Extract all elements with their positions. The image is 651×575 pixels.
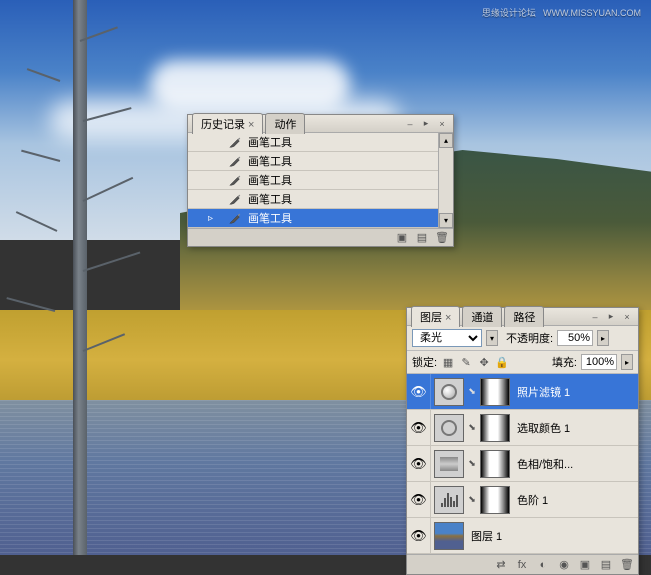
- history-item[interactable]: 画笔工具: [188, 133, 453, 152]
- history-item-label: 画笔工具: [248, 134, 292, 150]
- scroll-down-icon[interactable]: ▾: [439, 213, 453, 228]
- layer-thumb[interactable]: [434, 522, 464, 550]
- history-list: 画笔工具画笔工具画笔工具画笔工具▹画笔工具: [188, 133, 453, 228]
- layers-panel-header[interactable]: 图层× 通道 路径 – ▸ ×: [407, 308, 638, 326]
- menu-icon[interactable]: ▸: [419, 118, 433, 130]
- lock-all-icon[interactable]: 🔒: [495, 355, 509, 369]
- new-doc-icon[interactable]: ▤: [415, 231, 429, 245]
- trash-icon[interactable]: 🗑: [620, 558, 634, 572]
- layer-name[interactable]: 照片滤镜 1: [517, 384, 570, 400]
- visibility-toggle[interactable]: 👁: [407, 410, 431, 445]
- watermark: 思缘设计论坛 WWW.MISSYUAN.COM: [478, 6, 641, 19]
- layer-name[interactable]: 色相/饱和...: [517, 456, 573, 472]
- opacity-label: 不透明度:: [506, 330, 553, 346]
- close-icon[interactable]: ×: [445, 312, 451, 324]
- scroll-up-icon[interactable]: ▴: [439, 133, 453, 148]
- brush-icon: [228, 135, 242, 149]
- brush-icon: [228, 154, 242, 168]
- mask-icon[interactable]: ◐: [536, 558, 550, 572]
- new-layer-icon[interactable]: ▤: [599, 558, 613, 572]
- brush-icon: [228, 192, 242, 206]
- visibility-toggle[interactable]: 👁: [407, 518, 431, 553]
- tab-channels[interactable]: 通道: [462, 306, 502, 327]
- history-panel: 历史记录× 动作 – ▸ × 画笔工具画笔工具画笔工具画笔工具▹画笔工具 ▴ ▾…: [187, 114, 454, 247]
- history-item[interactable]: 画笔工具: [188, 190, 453, 209]
- fx-icon[interactable]: fx: [515, 558, 529, 572]
- new-snapshot-icon[interactable]: ▣: [395, 231, 409, 245]
- layer-name[interactable]: 色阶 1: [517, 492, 548, 508]
- close-panel-icon[interactable]: ×: [620, 311, 634, 323]
- visibility-toggle[interactable]: 👁: [407, 374, 431, 409]
- history-item[interactable]: 画笔工具: [188, 171, 453, 190]
- minimize-icon[interactable]: –: [588, 311, 602, 323]
- lock-paint-icon[interactable]: ✎: [459, 355, 473, 369]
- history-item[interactable]: ▹ 画笔工具: [188, 209, 453, 228]
- trash-icon[interactable]: 🗑: [435, 231, 449, 245]
- layer-name[interactable]: 图层 1: [471, 528, 502, 544]
- watermark-text: 思缘设计论坛: [482, 8, 536, 18]
- mask-thumb[interactable]: [480, 378, 510, 406]
- brush-icon: [228, 211, 242, 225]
- scrollbar[interactable]: ▴ ▾: [438, 133, 453, 228]
- link-icon: ⬊: [467, 458, 477, 469]
- blend-mode-select[interactable]: 柔光: [412, 329, 482, 347]
- link-icon: ⬊: [467, 386, 477, 397]
- watermark-url: WWW.MISSYUAN.COM: [543, 8, 641, 18]
- layer-options-row: 柔光 ▾ 不透明度: ▸: [407, 326, 638, 351]
- link-icon: ⬊: [467, 494, 477, 505]
- lock-position-icon[interactable]: ✥: [477, 355, 491, 369]
- link-layers-icon[interactable]: ⇄: [494, 558, 508, 572]
- fill-input[interactable]: [581, 354, 617, 370]
- layer-row[interactable]: 👁 ⬊ 色阶 1: [407, 482, 638, 518]
- fill-arrow-icon[interactable]: ▸: [621, 354, 633, 370]
- layer-row[interactable]: 👁 ⬊ 照片滤镜 1: [407, 374, 638, 410]
- current-state-icon: ▹: [208, 213, 222, 224]
- lock-transparency-icon[interactable]: ▦: [441, 355, 455, 369]
- layer-row[interactable]: 👁 图层 1: [407, 518, 638, 554]
- history-item[interactable]: 画笔工具: [188, 152, 453, 171]
- layer-name[interactable]: 选取颜色 1: [517, 420, 570, 436]
- adjustment-thumb[interactable]: [434, 486, 464, 514]
- adjustment-thumb[interactable]: [434, 450, 464, 478]
- menu-icon[interactable]: ▸: [604, 311, 618, 323]
- layer-row[interactable]: 👁 ⬊ 色相/饱和...: [407, 446, 638, 482]
- layers-panel: 图层× 通道 路径 – ▸ × 柔光 ▾ 不透明度: ▸ 锁定: ▦ ✎ ✥ 🔒…: [406, 307, 639, 575]
- brush-icon: [228, 173, 242, 187]
- close-icon[interactable]: ×: [248, 119, 254, 131]
- mask-thumb[interactable]: [480, 450, 510, 478]
- bg-tree: [55, 0, 105, 555]
- visibility-toggle[interactable]: 👁: [407, 446, 431, 481]
- opacity-arrow-icon[interactable]: ▸: [597, 330, 609, 346]
- tab-actions[interactable]: 动作: [265, 113, 305, 134]
- dropdown-icon[interactable]: ▾: [486, 330, 498, 346]
- mask-thumb[interactable]: [480, 486, 510, 514]
- layer-row[interactable]: 👁 ⬊ 选取颜色 1: [407, 410, 638, 446]
- history-item-label: 画笔工具: [248, 191, 292, 207]
- history-item-label: 画笔工具: [248, 210, 292, 226]
- history-footer: ▣ ▤ 🗑: [188, 228, 453, 246]
- link-icon: ⬊: [467, 422, 477, 433]
- opacity-input[interactable]: [557, 330, 593, 346]
- mask-thumb[interactable]: [480, 414, 510, 442]
- layers-footer: ⇄ fx ◐ ◉ ▣ ▤ 🗑: [407, 554, 638, 574]
- lock-row: 锁定: ▦ ✎ ✥ 🔒 填充: ▸: [407, 351, 638, 374]
- adjustment-thumb[interactable]: [434, 378, 464, 406]
- layers-list: 👁 ⬊ 照片滤镜 1 👁 ⬊ 选取颜色 1 👁 ⬊ 色相/饱和... 👁 ⬊ 色阶 1 👁 图层 1: [407, 374, 638, 554]
- adjustment-icon[interactable]: ◉: [557, 558, 571, 572]
- tab-layers[interactable]: 图层×: [411, 306, 460, 327]
- adjustment-thumb[interactable]: [434, 414, 464, 442]
- minimize-icon[interactable]: –: [403, 118, 417, 130]
- history-item-label: 画笔工具: [248, 172, 292, 188]
- history-item-label: 画笔工具: [248, 153, 292, 169]
- close-panel-icon[interactable]: ×: [435, 118, 449, 130]
- tab-paths[interactable]: 路径: [504, 306, 544, 327]
- history-panel-header[interactable]: 历史记录× 动作 – ▸ ×: [188, 115, 453, 133]
- group-icon[interactable]: ▣: [578, 558, 592, 572]
- visibility-toggle[interactable]: 👁: [407, 482, 431, 517]
- fill-label: 填充:: [552, 354, 577, 370]
- lock-label: 锁定:: [412, 354, 437, 370]
- tab-history[interactable]: 历史记录×: [192, 113, 263, 134]
